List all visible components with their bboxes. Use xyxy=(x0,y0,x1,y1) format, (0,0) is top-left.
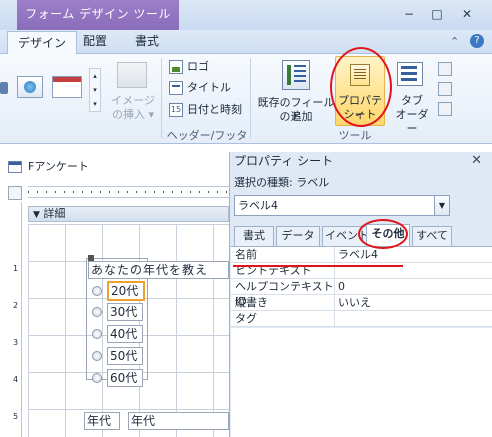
property-name: 縦書き xyxy=(231,295,335,310)
option-radio-50[interactable] xyxy=(92,351,102,361)
tab-design[interactable]: デザイン xyxy=(7,31,78,55)
view-code-icon[interactable] xyxy=(438,82,452,96)
property-row[interactable]: 縦書き いいえ xyxy=(231,295,492,311)
tab-all[interactable]: すべて xyxy=(412,226,452,246)
option-radio-30[interactable] xyxy=(92,307,102,317)
tab-arrange[interactable]: 配置 xyxy=(73,30,117,54)
chevron-down-icon[interactable]: ▼ xyxy=(434,196,449,215)
control-icon[interactable] xyxy=(0,82,8,94)
ruler-number: 2 xyxy=(13,301,19,310)
form-selector[interactable] xyxy=(8,186,22,200)
datetime-button[interactable]: 日付と時刻 xyxy=(187,103,242,117)
horizontal-ruler xyxy=(28,186,229,198)
move-handle[interactable] xyxy=(88,255,94,261)
image-icon xyxy=(117,62,147,88)
context-tab-title: フォーム デザイン ツール xyxy=(17,0,179,30)
detail-section-bar[interactable]: ▼ 詳細 xyxy=(28,206,229,222)
object-select[interactable]: ラベル4 ▼ xyxy=(234,195,450,216)
logo-button[interactable]: ロゴ xyxy=(187,60,209,74)
property-name: タグ xyxy=(231,311,335,326)
field-label[interactable]: 年代 xyxy=(84,412,120,430)
property-value[interactable]: ラベル4 xyxy=(336,247,378,262)
divider xyxy=(161,58,162,138)
close-button[interactable]: ✕ xyxy=(458,6,476,22)
restore-button[interactable]: □ xyxy=(428,6,446,22)
field-textbox[interactable]: 年代 xyxy=(128,412,229,430)
logo-icon xyxy=(169,60,183,74)
divider xyxy=(250,58,251,138)
property-value[interactable]: いいえ xyxy=(336,295,371,310)
ruler-number: 4 xyxy=(13,375,19,384)
web-browser-control-icon[interactable] xyxy=(17,76,43,98)
form-design-pane: Fアンケート 1 2 3 4 5 ▼ 詳細 あなたの年代を教え 20代 30代 … xyxy=(0,144,229,437)
image-insert-label-1[interactable]: イメージ xyxy=(106,94,160,108)
option-radio-40[interactable] xyxy=(92,329,102,339)
image-insert-label-2[interactable]: の挿入 ▾ xyxy=(106,108,160,122)
property-table-empty-area xyxy=(231,328,492,437)
property-table: 名前 ラベル4 ヒントテキスト ヘルプコンテキストID 0 縦書き いいえ タグ xyxy=(231,246,492,327)
close-icon[interactable]: ✕ xyxy=(471,153,482,168)
existing-fields-icon xyxy=(282,60,310,90)
tab-format[interactable]: 書式 xyxy=(125,30,169,54)
form-icon xyxy=(8,161,22,173)
property-row[interactable]: 名前 ラベル4 xyxy=(231,247,492,263)
detail-section-label: 詳細 xyxy=(43,207,66,220)
subform-icon[interactable] xyxy=(438,62,452,76)
option-radio-20[interactable] xyxy=(92,286,102,296)
selection-type-label: 選択の種類: ラベル xyxy=(234,176,330,189)
tab-data[interactable]: データ xyxy=(276,226,320,246)
option-radio-60[interactable] xyxy=(92,373,102,383)
minimize-button[interactable]: − xyxy=(400,6,418,22)
gallery-scroll-icon[interactable]: ▴ ▾ ▾ xyxy=(89,68,101,112)
title-icon xyxy=(169,81,183,95)
section-arrow-icon: ▼ xyxy=(33,210,40,220)
chevron-up-icon[interactable]: ⌃ xyxy=(450,35,459,48)
navigation-control-icon[interactable] xyxy=(52,76,82,98)
tab-order-icon xyxy=(397,62,423,86)
vertical-ruler: 1 2 3 4 5 xyxy=(8,202,22,437)
highlight-ellipse xyxy=(358,219,408,249)
tab-order-label-1[interactable]: タブ xyxy=(392,94,432,108)
ruler-number: 1 xyxy=(13,264,19,273)
title-bar: フォーム デザイン ツール − □ ✕ xyxy=(0,0,492,30)
existing-fields-label-2[interactable]: の追加 xyxy=(255,110,337,124)
calendar-icon: 15 xyxy=(169,103,183,117)
property-name: 名前 xyxy=(231,247,335,262)
option-label-50[interactable]: 50代 xyxy=(107,347,143,365)
highlight-underline xyxy=(233,265,403,267)
detail-grid: あなたの年代を教え 20代 30代 40代 50代 60代 年代 年代 xyxy=(28,224,229,437)
ruler-number: 5 xyxy=(13,412,19,421)
form-tab[interactable]: Fアンケート xyxy=(0,158,229,176)
option-label-30[interactable]: 30代 xyxy=(107,303,143,321)
help-icon[interactable]: ? xyxy=(470,34,484,48)
option-label-20[interactable]: 20代 xyxy=(107,281,145,301)
highlight-ellipse xyxy=(330,47,392,127)
tools-group-label: ツール xyxy=(338,129,372,142)
property-value[interactable]: 0 xyxy=(336,279,345,294)
property-sheet-title: プロパティ シート xyxy=(234,154,334,168)
property-sheet-pane: プロパティ シート ✕ 選択の種類: ラベル ラベル4 ▼ 書式 データ イベン… xyxy=(229,152,492,437)
convert-macro-icon[interactable] xyxy=(438,102,452,116)
property-row[interactable]: ヘルプコンテキストID 0 xyxy=(231,279,492,308)
option-label-40[interactable]: 40代 xyxy=(107,325,143,343)
tab-format[interactable]: 書式 xyxy=(234,226,274,246)
property-name: ヘルプコンテキストID xyxy=(231,279,335,308)
property-row[interactable]: タグ xyxy=(231,311,492,327)
property-value[interactable] xyxy=(336,311,338,326)
title-button[interactable]: タイトル xyxy=(187,81,231,95)
ribbon-tab-row: デザイン 配置 書式 ⌃ ? xyxy=(0,30,492,55)
option-label-60[interactable]: 60代 xyxy=(107,369,143,387)
ruler-number: 3 xyxy=(13,338,19,347)
object-select-value: ラベル4 xyxy=(238,199,278,212)
question-label[interactable]: あなたの年代を教え xyxy=(88,261,229,279)
ribbon: ▴ ▾ ▾ イメージ の挿入 ▾ ロゴ タイトル 15 日付と時刻 ヘッダー/フッタ… xyxy=(0,54,492,158)
